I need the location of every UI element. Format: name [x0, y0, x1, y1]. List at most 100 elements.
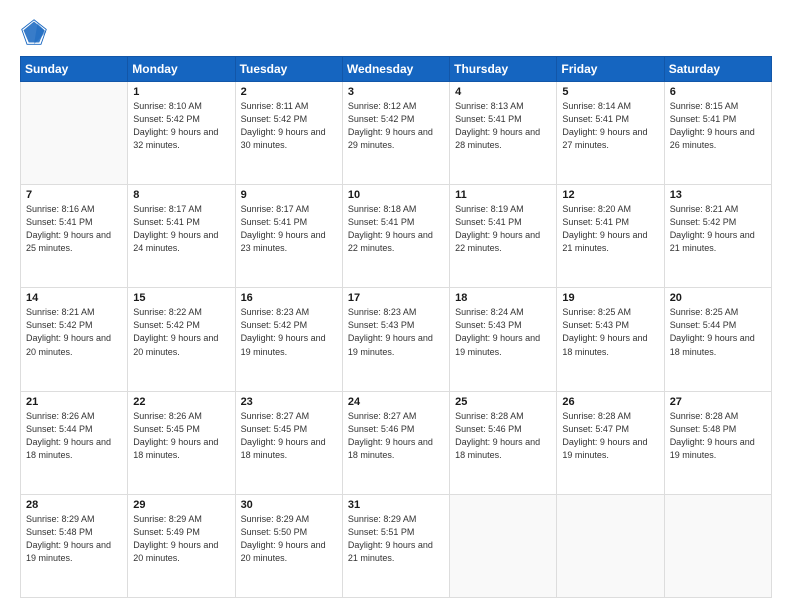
day-info: Sunrise: 8:28 AMSunset: 5:46 PMDaylight:…	[455, 410, 551, 462]
calendar-cell: 17 Sunrise: 8:23 AMSunset: 5:43 PMDayligh…	[342, 288, 449, 391]
calendar-cell: 10Sunrise: 8:18 AMSunset: 5:41 PMDayligh…	[342, 185, 449, 288]
day-info: Sunrise: 8:26 AMSunset: 5:45 PMDaylight:…	[133, 410, 229, 462]
day-number: 14	[26, 292, 122, 304]
calendar-cell: 21Sunrise: 8:26 AMSunset: 5:44 PMDayligh…	[21, 391, 128, 494]
calendar-cell: 23Sunrise: 8:27 AMSunset: 5:45 PMDayligh…	[235, 391, 342, 494]
day-number: 26	[562, 396, 658, 408]
day-info: Sunrise: 8:10 AMSunset: 5:42 PMDaylight:…	[133, 100, 229, 152]
calendar-cell: 18 Sunrise: 8:24 AMSunset: 5:43 PMDayligh…	[450, 288, 557, 391]
calendar-cell: 12 Sunrise: 8:20 AMSunset: 5:41 PMDayligh…	[557, 185, 664, 288]
day-number: 15	[133, 292, 229, 304]
day-number: 29	[133, 499, 229, 511]
calendar-table: SundayMondayTuesdayWednesdayThursdayFrid…	[20, 56, 772, 598]
day-info: Sunrise: 8:21 AMSunset: 5:42 PMDaylight:…	[26, 306, 122, 358]
calendar-cell: 31 Sunrise: 8:29 AMSunset: 5:51 PMDayligh…	[342, 494, 449, 597]
weekday-header-wednesday: Wednesday	[342, 57, 449, 82]
day-number: 11	[455, 189, 551, 201]
logo	[20, 18, 52, 46]
day-info: Sunrise: 8:15 AMSunset: 5:41 PMDaylight:…	[670, 100, 766, 152]
logo-icon	[20, 18, 48, 46]
calendar-cell: 7 Sunrise: 8:16 AMSunset: 5:41 PMDaylight…	[21, 185, 128, 288]
day-number: 31	[348, 499, 444, 511]
day-info: Sunrise: 8:14 AMSunset: 5:41 PMDaylight:…	[562, 100, 658, 152]
day-info: Sunrise: 8:20 AMSunset: 5:41 PMDaylight:…	[562, 203, 658, 255]
day-number: 25	[455, 396, 551, 408]
day-info: Sunrise: 8:22 AMSunset: 5:42 PMDaylight:…	[133, 306, 229, 358]
day-number: 22	[133, 396, 229, 408]
day-info: Sunrise: 8:16 AMSunset: 5:41 PMDaylight:…	[26, 203, 122, 255]
calendar-cell: 15 Sunrise: 8:22 AMSunset: 5:42 PMDayligh…	[128, 288, 235, 391]
day-number: 7	[26, 189, 122, 201]
day-number: 6	[670, 86, 766, 98]
day-info: Sunrise: 8:12 AMSunset: 5:42 PMDaylight:…	[348, 100, 444, 152]
day-number: 5	[562, 86, 658, 98]
day-info: Sunrise: 8:25 AMSunset: 5:43 PMDaylight:…	[562, 306, 658, 358]
day-info: Sunrise: 8:23 AMSunset: 5:42 PMDaylight:…	[241, 306, 337, 358]
day-info: Sunrise: 8:28 AMSunset: 5:48 PMDaylight:…	[670, 410, 766, 462]
calendar-cell: 6 Sunrise: 8:15 AMSunset: 5:41 PMDaylight…	[664, 82, 771, 185]
weekday-header-thursday: Thursday	[450, 57, 557, 82]
weekday-header-friday: Friday	[557, 57, 664, 82]
header	[20, 18, 772, 46]
day-number: 13	[670, 189, 766, 201]
day-info: Sunrise: 8:25 AMSunset: 5:44 PMDaylight:…	[670, 306, 766, 358]
calendar-cell: 29Sunrise: 8:29 AMSunset: 5:49 PMDayligh…	[128, 494, 235, 597]
day-number: 16	[241, 292, 337, 304]
weekday-header-tuesday: Tuesday	[235, 57, 342, 82]
calendar-cell: 19 Sunrise: 8:25 AMSunset: 5:43 PMDayligh…	[557, 288, 664, 391]
day-info: Sunrise: 8:13 AMSunset: 5:41 PMDaylight:…	[455, 100, 551, 152]
day-info: Sunrise: 8:19 AMSunset: 5:41 PMDaylight:…	[455, 203, 551, 255]
day-info: Sunrise: 8:27 AMSunset: 5:46 PMDaylight:…	[348, 410, 444, 462]
calendar-cell: 27 Sunrise: 8:28 AMSunset: 5:48 PMDayligh…	[664, 391, 771, 494]
day-info: Sunrise: 8:11 AMSunset: 5:42 PMDaylight:…	[241, 100, 337, 152]
calendar-cell: 2 Sunrise: 8:11 AMSunset: 5:42 PMDaylight…	[235, 82, 342, 185]
calendar-cell: 24 Sunrise: 8:27 AMSunset: 5:46 PMDayligh…	[342, 391, 449, 494]
day-number: 23	[241, 396, 337, 408]
day-info: Sunrise: 8:17 AMSunset: 5:41 PMDaylight:…	[133, 203, 229, 255]
day-number: 1	[133, 86, 229, 98]
calendar-cell: 25 Sunrise: 8:28 AMSunset: 5:46 PMDayligh…	[450, 391, 557, 494]
day-info: Sunrise: 8:24 AMSunset: 5:43 PMDaylight:…	[455, 306, 551, 358]
page: SundayMondayTuesdayWednesdayThursdayFrid…	[0, 0, 792, 612]
weekday-header-monday: Monday	[128, 57, 235, 82]
day-number: 8	[133, 189, 229, 201]
day-info: Sunrise: 8:23 AMSunset: 5:43 PMDaylight:…	[348, 306, 444, 358]
calendar-cell	[664, 494, 771, 597]
calendar-cell: 13 Sunrise: 8:21 AMSunset: 5:42 PMDayligh…	[664, 185, 771, 288]
day-info: Sunrise: 8:18 AMSunset: 5:41 PMDaylight:…	[348, 203, 444, 255]
day-number: 12	[562, 189, 658, 201]
calendar-cell: 28 Sunrise: 8:29 AMSunset: 5:48 PMDayligh…	[21, 494, 128, 597]
day-info: Sunrise: 8:29 AMSunset: 5:50 PMDaylight:…	[241, 513, 337, 565]
calendar-cell: 11 Sunrise: 8:19 AMSunset: 5:41 PMDayligh…	[450, 185, 557, 288]
calendar-cell: 5 Sunrise: 8:14 AMSunset: 5:41 PMDaylight…	[557, 82, 664, 185]
day-info: Sunrise: 8:21 AMSunset: 5:42 PMDaylight:…	[670, 203, 766, 255]
calendar-cell	[557, 494, 664, 597]
calendar-cell: 16 Sunrise: 8:23 AMSunset: 5:42 PMDayligh…	[235, 288, 342, 391]
calendar-cell: 3Sunrise: 8:12 AMSunset: 5:42 PMDaylight…	[342, 82, 449, 185]
weekday-header-saturday: Saturday	[664, 57, 771, 82]
day-number: 9	[241, 189, 337, 201]
calendar-cell	[450, 494, 557, 597]
day-number: 18	[455, 292, 551, 304]
day-number: 30	[241, 499, 337, 511]
day-number: 17	[348, 292, 444, 304]
day-number: 4	[455, 86, 551, 98]
day-number: 2	[241, 86, 337, 98]
day-number: 28	[26, 499, 122, 511]
day-number: 19	[562, 292, 658, 304]
calendar-cell: 4 Sunrise: 8:13 AMSunset: 5:41 PMDaylight…	[450, 82, 557, 185]
day-number: 27	[670, 396, 766, 408]
day-info: Sunrise: 8:26 AMSunset: 5:44 PMDaylight:…	[26, 410, 122, 462]
calendar-cell: 8 Sunrise: 8:17 AMSunset: 5:41 PMDaylight…	[128, 185, 235, 288]
calendar-cell: 1 Sunrise: 8:10 AMSunset: 5:42 PMDaylight…	[128, 82, 235, 185]
calendar-cell: 30 Sunrise: 8:29 AMSunset: 5:50 PMDayligh…	[235, 494, 342, 597]
day-info: Sunrise: 8:17 AMSunset: 5:41 PMDaylight:…	[241, 203, 337, 255]
day-info: Sunrise: 8:29 AMSunset: 5:51 PMDaylight:…	[348, 513, 444, 565]
weekday-header-sunday: Sunday	[21, 57, 128, 82]
day-info: Sunrise: 8:28 AMSunset: 5:47 PMDaylight:…	[562, 410, 658, 462]
day-number: 24	[348, 396, 444, 408]
calendar-cell: 20 Sunrise: 8:25 AMSunset: 5:44 PMDayligh…	[664, 288, 771, 391]
day-number: 20	[670, 292, 766, 304]
calendar-cell: 9 Sunrise: 8:17 AMSunset: 5:41 PMDaylight…	[235, 185, 342, 288]
day-info: Sunrise: 8:29 AMSunset: 5:48 PMDaylight:…	[26, 513, 122, 565]
